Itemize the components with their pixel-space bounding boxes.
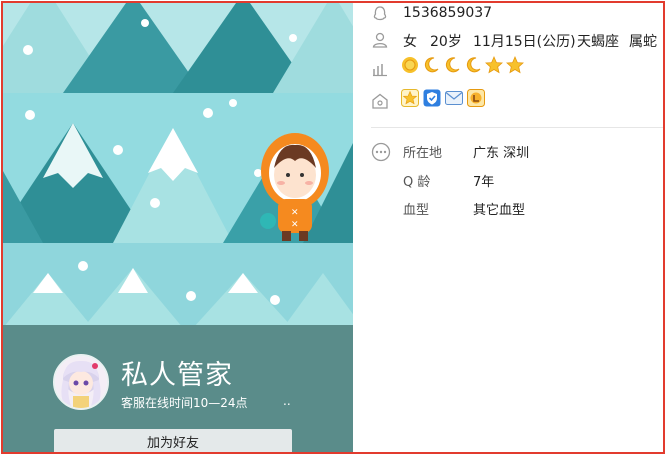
profile-summary-panel: 私人管家 客服在线时间10—24点 .. 加为好友 [3, 325, 353, 452]
location-label: 所在地 [403, 146, 443, 161]
birthday: 11月15日(公历) [473, 34, 576, 50]
gender: 女 [403, 34, 417, 50]
anime-girl-avatar-icon [55, 356, 107, 408]
star-icon [506, 56, 524, 74]
constellation: 天蝎座 [577, 34, 619, 50]
game-badge-icon[interactable] [467, 89, 485, 107]
service-badges[interactable] [401, 89, 485, 107]
profile-info-section: 1536859037 女 20岁 11月15日(公历) 天蝎座 属蛇 所在地 广… [353, 3, 663, 452]
user-icon [372, 32, 388, 48]
penguin-icon [373, 6, 387, 21]
level-chart-icon [373, 64, 387, 77]
sun-icon [402, 57, 418, 73]
svg-text:✕: ✕ [291, 220, 299, 230]
zodiac: 属蛇 [629, 34, 657, 50]
star-icon [485, 56, 503, 74]
qage-label: Q 龄 [403, 175, 431, 190]
profile-cover-card: ✕ ✕ 私人管家 客服在线时间10—24点 .. 加为好友 [3, 3, 353, 452]
moon-icon [424, 57, 439, 73]
profile-window: ✕ ✕ 私人管家 客服在线时间10—24点 .. 加为好友 1536859037… [1, 1, 665, 454]
nickname: 私人管家 [121, 360, 233, 391]
moon-icon [445, 57, 460, 73]
qq-level-icons[interactable] [401, 56, 524, 74]
avatar[interactable] [53, 354, 109, 410]
section-divider [371, 127, 663, 128]
add-friend-button[interactable]: 加为好友 [54, 429, 292, 452]
blood-type-value: 其它血型 [473, 203, 526, 218]
winter-forest-background: ✕ ✕ [3, 3, 353, 328]
qage-value: 7年 [473, 175, 495, 190]
more-details-icon[interactable] [371, 142, 391, 162]
age: 20岁 [430, 34, 462, 50]
shield-badge-icon[interactable] [423, 89, 441, 107]
location-value: 广东 深圳 [473, 146, 530, 161]
blood-type-label: 血型 [403, 203, 430, 218]
svg-text:✕: ✕ [291, 208, 299, 218]
vip-star-badge-icon[interactable] [401, 89, 419, 107]
signature: 客服在线时间10—24点 [121, 396, 248, 410]
qq-number: 1536859037 [403, 5, 493, 21]
signature-more[interactable]: .. [283, 394, 291, 408]
mail-badge-icon[interactable] [445, 89, 463, 107]
moon-icon [466, 57, 481, 73]
house-badge-icon [372, 93, 388, 109]
